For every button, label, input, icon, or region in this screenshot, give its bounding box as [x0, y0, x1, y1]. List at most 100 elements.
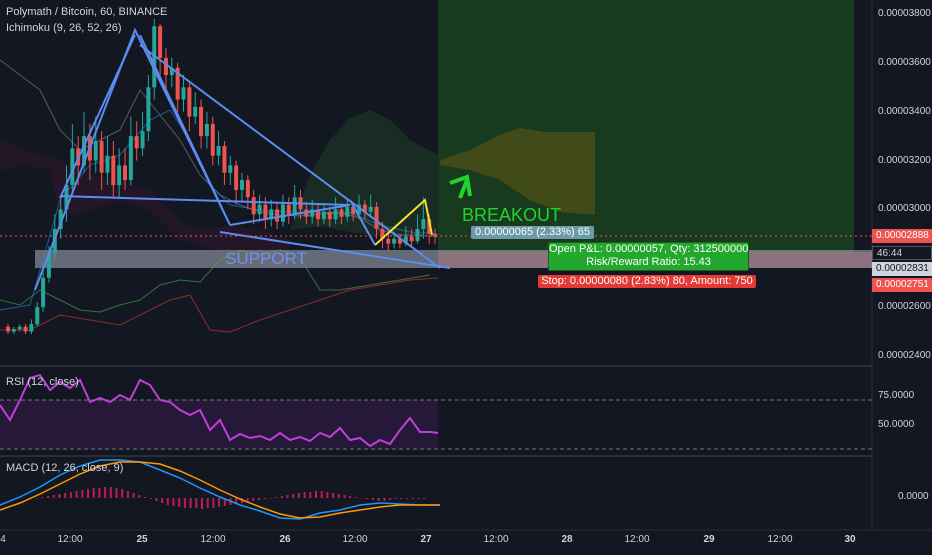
candle-body[interactable]	[333, 209, 338, 220]
candle-body[interactable]	[286, 204, 291, 215]
time-tick-label: 25	[136, 534, 148, 545]
macd-hist-bar	[75, 491, 78, 498]
candle-body[interactable]	[187, 87, 192, 117]
macd-hist-bar	[280, 496, 283, 498]
candle-body[interactable]	[415, 228, 420, 242]
candle-body[interactable]	[35, 307, 40, 325]
candle-body[interactable]	[193, 106, 198, 117]
macd-hist-bar	[166, 498, 169, 505]
candle-body[interactable]	[245, 180, 250, 198]
macd-hist-bar	[183, 498, 186, 508]
candle-body[interactable]	[222, 145, 227, 173]
time-tick-label: 12:00	[200, 534, 226, 545]
macd-hist-bar	[41, 497, 44, 498]
candle-body[interactable]	[41, 277, 46, 308]
macd-hist-bar	[201, 498, 203, 509]
candle-body[interactable]	[386, 238, 391, 244]
candle-body[interactable]	[374, 206, 379, 229]
chart-canvas[interactable]	[0, 0, 932, 550]
macd-hist-bar	[309, 492, 312, 498]
time-tick-label: 12:00	[483, 534, 509, 545]
macd-hist-bar	[303, 492, 306, 498]
macd-hist-bar	[372, 498, 374, 500]
candle-body[interactable]	[29, 324, 34, 332]
candle-body[interactable]	[123, 165, 127, 181]
trading-chart[interactable]: Polymath / Bitcoin, 60, BINANCE Ichimoku…	[0, 0, 932, 550]
macd-hist-bar	[349, 496, 352, 498]
candle-body[interactable]	[421, 219, 426, 229]
countdown-tag: 46:44	[872, 246, 932, 260]
macd-hist-bar	[64, 493, 67, 498]
candle-body[interactable]	[280, 204, 285, 222]
candle-body[interactable]	[17, 326, 22, 330]
candle-body[interactable]	[134, 136, 139, 149]
candle-body[interactable]	[240, 180, 244, 190]
pnl-line-1: Open P&L: 0.00000057, Qty: 312500000	[549, 243, 749, 255]
price-tick-label: 0.00003200	[878, 154, 931, 166]
price-tick-label: 0.00003000	[878, 203, 931, 215]
candle-body[interactable]	[263, 204, 268, 220]
breakout-label[interactable]: BREAKOUT	[462, 205, 561, 226]
price-tick-label: 0.00002600	[878, 301, 931, 313]
macd-hist-bar	[87, 489, 89, 498]
macd-hist-bar	[366, 498, 369, 499]
candle-body[interactable]	[327, 211, 332, 220]
macd-hist-bar	[121, 489, 124, 498]
candle-body[interactable]	[292, 197, 297, 215]
macd-histogram[interactable]	[30, 487, 426, 509]
candle-body[interactable]	[117, 165, 122, 185]
candle-body[interactable]	[11, 329, 16, 332]
symbol-title[interactable]: Polymath / Bitcoin, 60, BINANCE	[6, 6, 167, 18]
support-label[interactable]: SUPPORT	[225, 249, 307, 269]
candle-body[interactable]	[93, 141, 98, 161]
macd-hist-bar	[178, 498, 181, 507]
candle-body[interactable]	[392, 238, 397, 244]
macd-hist-bar	[332, 493, 335, 498]
macd-hist-bar	[206, 498, 209, 508]
candle-body[interactable]	[199, 106, 204, 137]
target-box[interactable]: 0.00000065 (2.33%) 65	[471, 226, 594, 239]
time-tick-label: 12:00	[57, 534, 83, 545]
candle-body[interactable]	[181, 87, 186, 100]
macd-hist-bar	[411, 498, 414, 499]
stop-box[interactable]: Stop: 0.00000080 (2.83%) 80, Amount: 750	[538, 275, 756, 288]
rsi-band-fill	[0, 400, 438, 449]
macd-hist-bar	[275, 497, 278, 498]
candle-body[interactable]	[146, 87, 151, 132]
candle-body[interactable]	[345, 206, 350, 217]
macd-hist-bar	[258, 498, 260, 500]
candle-body[interactable]	[321, 211, 326, 220]
candle-body[interactable]	[111, 155, 116, 185]
candle-body[interactable]	[234, 165, 239, 190]
macd-hist-bar	[394, 498, 397, 499]
candle-body[interactable]	[140, 131, 145, 149]
candle-body[interactable]	[216, 145, 221, 156]
macd-legend[interactable]: MACD (12, 26, close, 9)	[6, 462, 123, 474]
candle-body[interactable]	[6, 326, 10, 332]
candle-body[interactable]	[228, 165, 233, 173]
rsi-legend[interactable]: RSI (12, close)	[6, 376, 79, 388]
candle-body[interactable]	[257, 204, 262, 215]
time-tick-label: 12:00	[624, 534, 650, 545]
pnl-box[interactable]: Open P&L: 0.00000057, Qty: 312500000 Ris…	[548, 242, 749, 271]
ichimoku-legend[interactable]: Ichimoku (9, 26, 52, 26)	[6, 22, 122, 34]
macd-hist-bar	[138, 495, 141, 498]
candle-body[interactable]	[251, 197, 256, 215]
candle-body[interactable]	[158, 26, 163, 58]
time-tick-label: 28	[561, 534, 573, 545]
macd-hist-bar	[218, 498, 221, 507]
candle-body[interactable]	[210, 123, 215, 156]
macd-hist-bar	[126, 491, 129, 498]
entry-price-tag: 0.00002831	[872, 262, 932, 276]
candle-body[interactable]	[275, 209, 280, 222]
candle-body[interactable]	[204, 123, 209, 137]
candle-body[interactable]	[409, 236, 414, 242]
candle-body[interactable]	[368, 206, 373, 212]
candle-body[interactable]	[105, 155, 110, 173]
time-tick-label: 30	[844, 534, 856, 545]
candle-body[interactable]	[23, 326, 28, 332]
candle-body[interactable]	[128, 136, 133, 181]
macd-hist-bar	[81, 490, 84, 498]
candle-body[interactable]	[339, 209, 344, 217]
candle-body[interactable]	[99, 141, 104, 173]
